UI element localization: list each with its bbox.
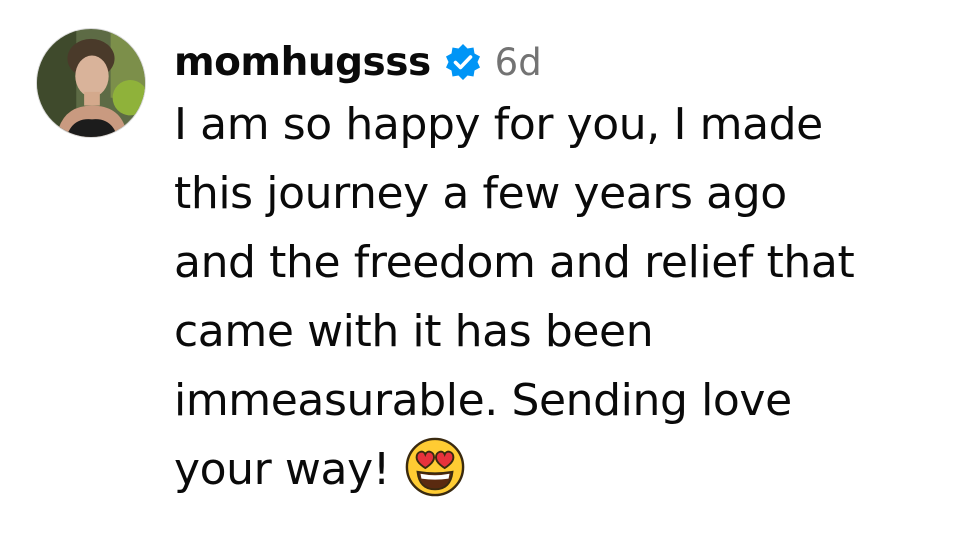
timestamp-link[interactable]: 6d — [495, 41, 542, 84]
comment-text-last-line: your way! — [174, 435, 966, 504]
avatar-photo — [37, 29, 145, 137]
avatar[interactable] — [36, 28, 146, 138]
heart-eyes-emoji-icon — [404, 436, 466, 498]
comment-text-line: I am so happy for you, I made — [174, 99, 823, 150]
comment: momhugsss 6d I am so happy for you, I ma… — [36, 28, 966, 528]
username-link[interactable]: momhugsss — [174, 40, 431, 85]
comment-text-line: and the freedom and relief that — [174, 237, 855, 288]
comment-text-line: your way! — [174, 444, 390, 495]
comment-body: momhugsss 6d I am so happy for you, I ma… — [174, 38, 966, 504]
comment-text-line: this journey a few years ago — [174, 168, 787, 219]
comment-text-line: came with it has been — [174, 306, 654, 357]
comment-text: I am so happy for you, I made this journ… — [174, 90, 966, 504]
comment-header: momhugsss 6d — [174, 38, 966, 86]
comment-text-line: immeasurable. Sending love — [174, 375, 792, 426]
verified-badge-icon — [443, 42, 483, 82]
